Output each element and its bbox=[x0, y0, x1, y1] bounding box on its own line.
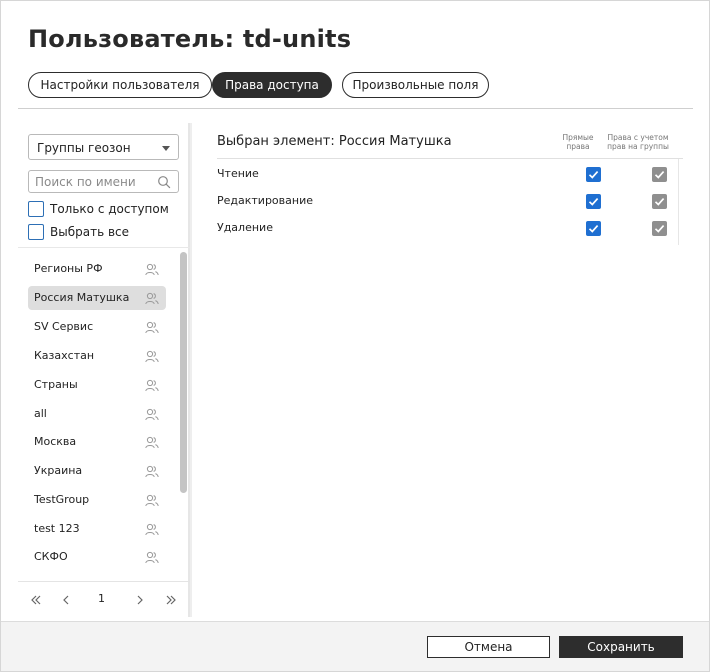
dialog-title: Пользователь: td-units bbox=[28, 25, 352, 53]
list-item-label: СКФО bbox=[34, 550, 68, 563]
list-item[interactable]: Страны bbox=[28, 373, 166, 397]
list-item[interactable]: Регионы РФ bbox=[28, 257, 166, 281]
permissions-right-border bbox=[678, 159, 679, 245]
list-item-label: Россия Матушка bbox=[34, 291, 130, 304]
prev-page-icon[interactable] bbox=[59, 593, 73, 607]
checkmark-icon bbox=[588, 198, 599, 206]
save-button[interactable]: Сохранить bbox=[559, 636, 683, 658]
list-item[interactable]: test 123 bbox=[28, 517, 166, 541]
group-users-icon bbox=[145, 350, 159, 363]
list-item-label: SV Сервис bbox=[34, 320, 94, 333]
cancel-button[interactable]: Отмена bbox=[427, 636, 550, 658]
group-users-icon bbox=[145, 408, 159, 421]
direct-rights-header: Прямые права bbox=[562, 133, 594, 151]
first-page-icon[interactable] bbox=[29, 593, 43, 607]
group-right-checkbox bbox=[652, 221, 667, 236]
only-with-access-checkbox[interactable] bbox=[28, 200, 44, 217]
permission-label: Чтение bbox=[217, 167, 259, 180]
list-item[interactable]: Украина bbox=[28, 459, 166, 483]
tab-custom-fields[interactable]: Произвольные поля bbox=[342, 72, 489, 98]
list-item-label: Регионы РФ bbox=[34, 262, 103, 275]
group-right-checkbox bbox=[652, 194, 667, 209]
tab-user-settings[interactable]: Настройки пользователя bbox=[28, 72, 212, 98]
list-item-label: Москва bbox=[34, 435, 77, 448]
select-all-label: Выбрать все bbox=[50, 224, 130, 239]
tab-access-rights[interactable]: Права доступа bbox=[212, 72, 332, 98]
object-type-select[interactable]: Группы геозон bbox=[28, 134, 179, 160]
search-box bbox=[28, 170, 179, 193]
chevron-down-icon bbox=[162, 146, 170, 151]
list-item-label: TestGroup bbox=[34, 493, 90, 506]
workspace: Группы геозон Только с доступом Выбрать … bbox=[18, 123, 693, 617]
pager-divider bbox=[18, 581, 190, 582]
list-item-label: test 123 bbox=[34, 522, 80, 535]
only-with-access-toggle[interactable]: Только с доступом bbox=[28, 200, 169, 217]
header-divider bbox=[18, 108, 693, 109]
checkmark-icon bbox=[654, 171, 665, 179]
list-divider bbox=[18, 247, 190, 248]
checkmark-icon bbox=[654, 198, 665, 206]
group-users-icon bbox=[145, 551, 159, 564]
permission-label: Редактирование bbox=[217, 194, 313, 207]
permissions-panel: Выбран элемент: Россия Матушка Прямые пр… bbox=[192, 123, 693, 617]
list-item-label: all bbox=[34, 407, 47, 420]
permissions-header-divider bbox=[217, 158, 683, 159]
select-all-checkbox[interactable] bbox=[28, 223, 44, 240]
next-page-icon[interactable] bbox=[133, 593, 147, 607]
list-item[interactable]: Казахстан bbox=[28, 344, 166, 368]
group-users-icon bbox=[145, 436, 159, 449]
pagination: 1 bbox=[18, 589, 188, 611]
group-users-icon bbox=[145, 292, 159, 305]
list-item-label: Украина bbox=[34, 464, 83, 477]
list-item-label: Страны bbox=[34, 378, 78, 391]
permission-label: Удаление bbox=[217, 221, 273, 234]
list-item[interactable]: СКФО bbox=[28, 545, 166, 569]
group-users-icon bbox=[145, 494, 159, 507]
direct-right-checkbox[interactable] bbox=[586, 194, 601, 209]
object-list-panel: Группы геозон Только с доступом Выбрать … bbox=[18, 123, 190, 617]
group-rights-header: Права с учетом прав на группы bbox=[607, 133, 669, 151]
last-page-icon[interactable] bbox=[164, 593, 178, 607]
list-item[interactable]: all bbox=[28, 402, 166, 426]
permission-row-delete: Удаление bbox=[217, 215, 677, 242]
direct-right-checkbox[interactable] bbox=[586, 167, 601, 182]
object-type-select-value: Группы геозон bbox=[37, 141, 131, 155]
list-item[interactable]: Россия Матушка bbox=[28, 286, 166, 310]
object-list: Регионы РФ Россия Матушка SV Сервис Каза… bbox=[18, 249, 188, 581]
list-item[interactable]: TestGroup bbox=[28, 488, 166, 512]
user-dialog: Пользователь: td-units Настройки пользов… bbox=[0, 0, 710, 672]
group-right-checkbox bbox=[652, 167, 667, 182]
group-users-icon bbox=[145, 321, 159, 334]
permission-row-read: Чтение bbox=[217, 161, 677, 188]
only-with-access-label: Только с доступом bbox=[50, 201, 169, 216]
search-input[interactable] bbox=[35, 173, 155, 190]
group-users-icon bbox=[145, 263, 159, 276]
checkmark-icon bbox=[654, 225, 665, 233]
list-item-label: Казахстан bbox=[34, 349, 95, 362]
selected-element-title: Выбран элемент: Россия Матушка bbox=[217, 134, 452, 149]
group-users-icon bbox=[145, 379, 159, 392]
list-scrollbar[interactable] bbox=[179, 249, 189, 581]
list-item[interactable]: SV Сервис bbox=[28, 315, 166, 339]
checkmark-icon bbox=[588, 225, 599, 233]
direct-right-checkbox[interactable] bbox=[586, 221, 601, 236]
list-scrollbar-thumb[interactable] bbox=[180, 252, 187, 493]
page-number: 1 bbox=[98, 592, 105, 605]
checkmark-icon bbox=[588, 171, 599, 179]
group-users-icon bbox=[145, 523, 159, 536]
list-item[interactable]: Москва bbox=[28, 430, 166, 454]
select-all-toggle[interactable]: Выбрать все bbox=[28, 223, 129, 240]
dialog-footer: Отмена Сохранить bbox=[1, 622, 709, 671]
permission-row-edit: Редактирование bbox=[217, 188, 677, 215]
group-users-icon bbox=[145, 465, 159, 478]
search-icon[interactable] bbox=[157, 175, 171, 189]
